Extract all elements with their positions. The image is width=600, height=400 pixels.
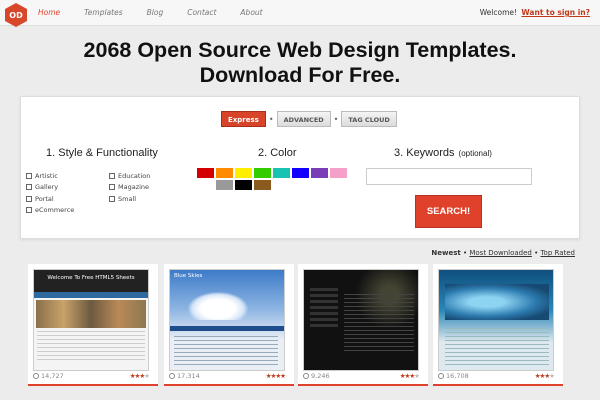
color-swatch[interactable] (216, 180, 233, 190)
checkbox[interactable] (109, 184, 115, 191)
template-meta: 16,708 ★★★★ (438, 372, 555, 380)
checkbox[interactable] (26, 207, 32, 214)
template-thumbnail[interactable] (303, 269, 419, 371)
sort-newest[interactable]: Newest (431, 249, 460, 257)
star-icon: ★ (280, 372, 286, 380)
thumbnail-header: Blue Skies (174, 273, 203, 279)
svg-text:OD: OD (9, 11, 23, 20)
checkbox[interactable] (26, 195, 32, 202)
star-icon: ★ (144, 372, 150, 380)
checkbox[interactable] (26, 172, 32, 179)
logo-icon[interactable]: OD (5, 3, 27, 27)
checkbox[interactable] (109, 172, 115, 179)
option-education[interactable]: Education (109, 170, 150, 182)
template-meta: 17,314 ★★★★ (169, 372, 286, 380)
option-ecommerce[interactable]: eCommerce (26, 205, 74, 217)
keywords-input[interactable] (366, 168, 532, 185)
template-meta: 9,246 ★★★★ (303, 372, 420, 380)
color-swatch[interactable] (235, 180, 252, 190)
view-count: 16,708 (438, 372, 469, 380)
option-artistic[interactable]: Artistic (26, 170, 74, 182)
checkbox[interactable] (26, 184, 32, 191)
nav-about[interactable]: About (240, 8, 262, 17)
tab-separator: • (268, 114, 274, 124)
sort-options: Newest • Most Downloaded • Top Rated (431, 249, 575, 257)
keywords-title: 3. Keywords (394, 147, 455, 159)
option-gallery[interactable]: Gallery (26, 182, 74, 194)
style-section-title: 1. Style & Functionality (46, 147, 158, 159)
view-count: 9,246 (303, 372, 330, 380)
nav-home[interactable]: Home (38, 8, 60, 17)
search-button[interactable]: SEARCH! (415, 195, 482, 228)
top-bar: OD Home Templates Blog Contact About Wel… (0, 0, 600, 27)
option-small[interactable]: Small (109, 193, 150, 205)
search-panel: Express • ADVANCED • TAG CLOUD 1. Style … (20, 96, 580, 239)
nav-templates[interactable]: Templates (84, 8, 122, 17)
page-title: 2068 Open Source Web Design Templates. D… (0, 38, 600, 88)
view-count: 14,727 (33, 372, 64, 380)
color-swatch[interactable] (273, 168, 290, 178)
tab-express[interactable]: Express (221, 111, 266, 127)
headline-line-1: 2068 Open Source Web Design Templates. (83, 38, 517, 62)
star-icon: ★ (549, 372, 555, 380)
color-swatch[interactable] (197, 168, 214, 178)
headline-line-2: Download For Free. (199, 63, 401, 87)
keywords-optional-note: (optional) (458, 149, 492, 158)
rating-stars: ★★★★ (535, 372, 555, 380)
color-section-title: 2. Color (258, 147, 297, 159)
welcome-text: Welcome! (479, 8, 518, 17)
color-swatch[interactable] (292, 168, 309, 178)
tab-tag-cloud[interactable]: TAG CLOUD (341, 111, 397, 127)
nav-blog[interactable]: Blog (147, 8, 164, 17)
rating-stars: ★★★★ (400, 372, 420, 380)
template-thumbnail[interactable] (438, 269, 554, 371)
sort-most-downloaded[interactable]: Most Downloaded (469, 249, 531, 257)
nav-contact[interactable]: Contact (187, 8, 216, 17)
option-portal[interactable]: Portal (26, 193, 74, 205)
color-swatch[interactable] (254, 168, 271, 178)
color-swatch[interactable] (197, 180, 214, 190)
template-card[interactable]: 9,246 ★★★★ (298, 264, 428, 386)
template-thumbnail[interactable]: Blue Skies (169, 269, 285, 371)
sort-top-rated[interactable]: Top Rated (540, 249, 575, 257)
eye-icon (169, 373, 175, 379)
style-options-right: Education Magazine Small (109, 170, 150, 205)
eye-icon (33, 373, 39, 379)
template-card[interactable]: Blue Skies 17,314 ★★★★ (164, 264, 294, 386)
template-meta: 14,727 ★★★★ (33, 372, 150, 380)
thumbnail-header: Welcome To Free HTML5 Sheets (34, 270, 148, 292)
eye-icon (438, 373, 444, 379)
style-options-left: Artistic Gallery Portal eCommerce (26, 170, 74, 216)
template-card[interactable]: 16,708 ★★★★ (433, 264, 563, 386)
color-swatches (197, 168, 357, 190)
color-swatch[interactable] (254, 180, 271, 190)
checkbox[interactable] (109, 195, 115, 202)
view-count: 17,314 (169, 372, 200, 380)
tab-separator: • (333, 114, 339, 124)
keywords-section-title: 3. Keywords (optional) (394, 147, 492, 159)
option-magazine[interactable]: Magazine (109, 182, 150, 194)
color-swatch[interactable] (311, 168, 328, 178)
signin-link[interactable]: Want to sign in? (521, 8, 590, 17)
color-swatch[interactable] (216, 168, 233, 178)
account-area: Welcome! Want to sign in? (480, 8, 590, 17)
star-icon: ★ (414, 372, 420, 380)
tab-advanced[interactable]: ADVANCED (276, 111, 331, 127)
main-nav: Home Templates Blog Contact About (38, 8, 287, 17)
eye-icon (303, 373, 309, 379)
color-swatch[interactable] (235, 168, 252, 178)
rating-stars: ★★★★ (130, 372, 150, 380)
template-card[interactable]: Welcome To Free HTML5 Sheets 14,727 ★★★★ (28, 264, 158, 386)
template-thumbnail[interactable]: Welcome To Free HTML5 Sheets (33, 269, 149, 371)
rating-stars: ★★★★ (266, 372, 286, 380)
color-swatch[interactable] (330, 168, 347, 178)
search-mode-tabs: Express • ADVANCED • TAG CLOUD (221, 111, 397, 127)
